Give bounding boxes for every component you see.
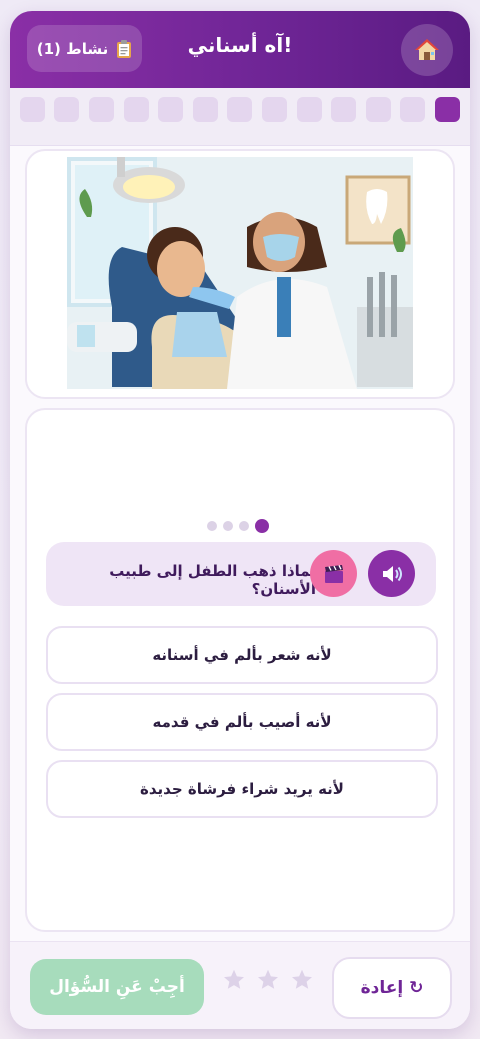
header-bar: نشاط (1) آه أسناني! [10,11,470,88]
progress-step [435,97,460,122]
retry-icon: ↻ [409,978,424,998]
image-panel [25,149,455,399]
star-icon [258,969,278,989]
progress-step [123,97,149,122]
progress-step [227,97,253,122]
answer-option-3[interactable]: لأنه يريد شراء فرشاة جديدة [46,760,438,818]
pager-dot [239,521,249,531]
retry-label: إعادة [360,978,404,998]
progress-step [192,97,218,122]
clapperboard-icon [324,564,343,583]
pager-dot [255,519,269,533]
video-button[interactable] [310,550,357,597]
pager-dot [207,521,217,531]
audio-button[interactable] [368,550,415,597]
star-icon [292,969,312,989]
dentist-scene-illustration [67,157,413,389]
answer-option-2[interactable]: لأنه أصيب بألم في قدمه [46,693,438,751]
app-card: نشاط (1) آه أسناني! لماذا ذهب الطفل إلى … [10,11,470,1029]
question-text: لماذا ذهب الطفل إلى طبيب الأسنان؟ [109,562,316,598]
progress-step [54,97,80,122]
question-pager [207,519,269,533]
progress-step [296,97,322,122]
progress-step [158,97,184,122]
progress-step [331,97,357,122]
star-icon [224,969,244,989]
activity-label: نشاط (1) [36,39,109,58]
speaker-icon [382,565,402,582]
stars-rating [222,968,314,992]
retry-button[interactable]: ↻ إعادة [332,957,452,1019]
submit-answer-button[interactable]: أجِبْ عَنِ السُّؤال [30,959,204,1015]
pager-dot [223,521,233,531]
progress-step [400,97,426,122]
question-bar: لماذا ذهب الطفل إلى طبيب الأسنان؟ [46,542,436,606]
activity-button[interactable]: نشاط (1) [27,25,142,72]
clipboard-icon [117,39,132,58]
progress-step [89,97,114,122]
page-title: آه أسناني! [187,33,293,57]
progress-step [262,97,287,122]
progress-step [365,97,391,122]
progress-step [19,97,45,122]
progress-tracker [10,88,470,146]
question-panel: لماذا ذهب الطفل إلى طبيب الأسنان؟ لأنه ش… [25,408,455,932]
answer-option-1[interactable]: لأنه شعر بألم في أسنانه [46,626,438,684]
home-button[interactable] [401,24,453,76]
footer-bar: أجِبْ عَنِ السُّؤال ↻ إعادة [10,941,470,1029]
house-icon [415,39,439,60]
